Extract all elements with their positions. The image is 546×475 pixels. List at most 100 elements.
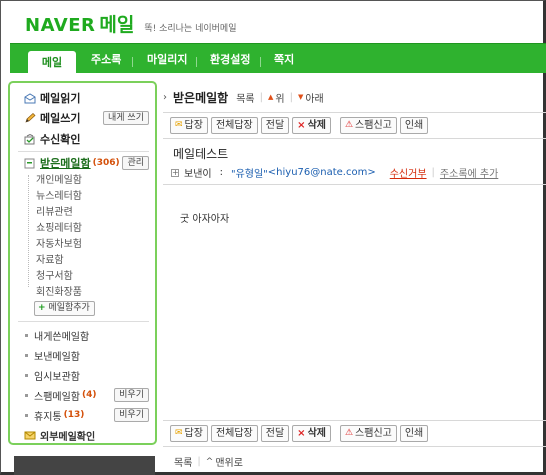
envelope-icon: ✉ [175,427,183,438]
block-sender-link[interactable]: 수신거부 [390,165,427,180]
divider [163,446,546,447]
list-link[interactable]: 목록 [236,90,254,105]
tab-mileage[interactable]: 마일리지 [134,50,200,75]
sidebar-item-label: 보낸메일함 [34,351,80,363]
sidebar-item-read-mail[interactable]: 메일읽기 [10,88,155,108]
spam-report-button[interactable]: ⚠ 스팸신고 [339,116,397,134]
tab-contacts[interactable]: 주소록 [78,50,134,75]
bullet-icon [25,353,28,357]
separator: | [259,91,263,103]
sidebar-item-label: 스팸메일함 [34,391,80,403]
tab-settings[interactable]: 환경설정 [197,50,263,75]
empty-spam-button[interactable]: 비우기 [114,388,149,402]
subfolder-item[interactable]: 자료함 [36,253,64,269]
add-folder-button[interactable]: + 메일함추가 [34,301,95,316]
sender-row: + 보낸이 : "유형일" <hiyu76@nate.com> 수신거부 | 주… [171,165,498,180]
next-mail-link[interactable]: 아래 [305,90,323,105]
pencil-icon [24,112,36,124]
delete-label: 삭제 [307,119,326,131]
forward-button[interactable]: 전달 [260,116,290,134]
sidebar-item-self-mail[interactable]: 내게쓴메일함 [10,325,155,345]
reply-label: 답장 [184,119,203,131]
add-folder-label: 메일함추가 [48,303,90,313]
sidebar-item-trash[interactable]: 휴지통 (13) 비우기 [10,405,155,425]
back-to-top-link[interactable]: 맨위로 [215,454,243,469]
mail-header-row: › 받은메일함 목록 | ▲ 위 | ▼ 아래 [163,88,546,106]
bottom-list-link[interactable]: 목록 [174,454,192,469]
sender-name[interactable]: "유형일" [231,165,268,180]
subfolder-item[interactable]: 회진화장품 [36,285,82,301]
mail-toolbar-top: ✉ 답장 전체답장 전달 × 삭제 ⚠ 스팸신고 인쇄 [170,116,431,134]
receipt-check-icon [24,133,36,145]
spam-label: 스팸신고 [355,427,392,439]
slogan: 똑! 소리나는 네이버메일 [144,24,237,34]
delete-label: 삭제 [307,427,326,439]
sidebar: 메일읽기 메일쓰기 내게 쓰기 수신확인 받은메일함 (306) 관리 개인메일… [8,81,157,445]
separator: | [431,167,435,178]
inbox-count: (306) [92,158,120,168]
write-to-self-button[interactable]: 내게 쓰기 [103,111,149,125]
expand-icon[interactable]: + [171,168,179,177]
sidebar-item-sent-mail[interactable]: 보낸메일함 [10,345,155,365]
print-button[interactable]: 인쇄 [399,116,429,134]
prev-mail-link[interactable]: 위 [275,90,284,105]
print-button[interactable]: 인쇄 [399,424,429,442]
divider [163,420,546,421]
sidebar-item-write-mail[interactable]: 메일쓰기 내게 쓰기 [10,108,155,128]
sidebar-item-label: 임시보관함 [34,371,80,383]
sidebar-footer-bar [14,456,155,475]
chevron-right-icon: › [163,91,167,103]
add-to-contacts-link[interactable]: 주소록에 추가 [440,165,498,180]
sender-label: 보낸이 [184,169,212,180]
manage-folders-button[interactable]: 관리 [122,156,149,170]
divider [163,112,546,113]
spam-label: 스팸신고 [355,119,392,131]
sidebar-divider [18,321,149,322]
reply-label: 답장 [184,427,203,439]
reply-button[interactable]: ✉ 답장 [170,424,208,442]
reply-button[interactable]: ✉ 답장 [170,116,208,134]
close-icon: × [297,119,306,131]
logo-naver-text: NAVER [25,15,96,36]
forward-button[interactable]: 전달 [260,424,290,442]
reply-all-button[interactable]: 전체답장 [210,424,258,442]
sidebar-item-drafts[interactable]: 임시보관함 [10,365,155,385]
sidebar-item-spam[interactable]: 스팸메일함 (4) 비우기 [10,385,155,405]
empty-trash-button[interactable]: 비우기 [114,408,149,422]
envelope-open-icon [24,92,36,104]
reply-all-button[interactable]: 전체답장 [210,116,258,134]
sidebar-item-inbox[interactable]: 받은메일함 (306) 관리 [10,153,155,173]
bullet-icon [25,393,28,397]
delete-button[interactable]: × 삭제 [292,424,331,442]
sender-colon: : [219,167,223,178]
top-nav: 메일 주소록 마일리지 환경설정 쪽지 [10,43,546,75]
separator: | [197,456,201,467]
caret-up-icon: ^ [205,456,214,467]
subfolder-item[interactable]: 뉴스레터함 [36,189,82,205]
sidebar-item-label: 메일읽기 [40,92,81,105]
sender-email[interactable]: <hiyu76@nate.com> [268,167,376,178]
spam-report-button[interactable]: ⚠ 스팸신고 [339,424,397,442]
mail-body: 굿 아자아자 [180,214,230,225]
window-frame: NAVER 메일 똑! 소리나는 네이버메일 메일 주소록 마일리지 환경설정 … [0,0,546,475]
envelope-icon: ✉ [175,119,183,130]
divider [163,138,546,139]
sidebar-item-receipt-check[interactable]: 수신확인 [10,129,155,149]
subfolder-item[interactable]: 개인메일함 [36,173,82,189]
sidebar-item-label: 내게쓴메일함 [34,331,90,343]
delete-button[interactable]: × 삭제 [292,116,331,134]
sidebar-item-label: 휴지통 [34,411,62,423]
naver-mail-logo[interactable]: NAVER 메일 똑! 소리나는 네이버메일 [25,10,237,36]
subfolder-item[interactable]: 자동차보험 [36,237,82,253]
subfolder-item[interactable]: 청구서함 [36,269,73,285]
mail-subject: 메일테스트 [173,147,229,161]
subfolder-item[interactable]: 리뷰관련 [36,205,73,221]
subfolder-item[interactable]: 쇼핑레터함 [36,221,82,237]
tab-mail[interactable]: 메일 [28,51,76,75]
tab-memo[interactable]: 쪽지 [261,50,307,75]
arrow-up-icon: ▲ [267,93,274,101]
sidebar-item-label: 외부메일확인 [40,431,96,443]
sidebar-item-external-mail[interactable]: 외부메일확인 [10,425,155,445]
warning-icon: ⚠ [344,427,354,438]
inbox-box-icon [24,158,36,169]
